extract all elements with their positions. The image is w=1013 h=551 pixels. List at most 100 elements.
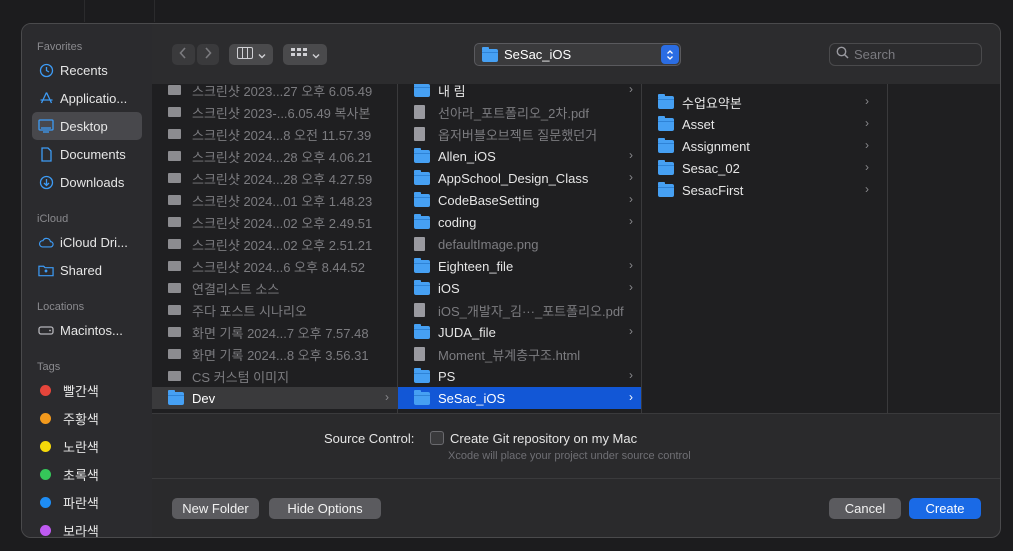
column-divider[interactable]: [887, 84, 888, 413]
chevron-down-icon: [258, 46, 266, 64]
cancel-button[interactable]: Cancel: [829, 498, 901, 519]
create-button[interactable]: Create: [909, 498, 981, 519]
sidebar-item-recents[interactable]: Recents: [32, 56, 142, 84]
toolbar: SeSac_iOS: [152, 24, 1000, 84]
sidebar-item-shared[interactable]: Shared: [32, 256, 142, 284]
row-label: AppSchool_Design_Class: [438, 170, 589, 186]
file-row[interactable]: 스크린샷 2024...6 오후 8.44.52: [152, 255, 397, 277]
desktop-icon: [38, 118, 54, 134]
sidebar-tag[interactable]: 빨간색: [32, 376, 142, 404]
folder-icon: [414, 389, 430, 405]
sidebar-item-documents[interactable]: Documents: [32, 140, 142, 168]
file-row[interactable]: iOS_개발자_김···_포트폴리오.pdf: [398, 299, 641, 321]
view-mode-button[interactable]: [229, 44, 273, 65]
folder-icon: [414, 169, 430, 185]
group-by-button[interactable]: [283, 44, 327, 65]
git-repository-label[interactable]: Create Git repository on my Mac: [450, 431, 637, 446]
chevron-right-icon: ›: [629, 368, 633, 382]
chevron-right-icon: ›: [629, 192, 633, 206]
disk-icon: [38, 322, 54, 338]
file-row[interactable]: 스크린샷 2024...28 오후 4.06.21: [152, 145, 397, 167]
file-row[interactable]: 스크린샷 2024...02 오후 2.49.51: [152, 211, 397, 233]
file-row[interactable]: 주다 포스트 시나리오: [152, 299, 397, 321]
document-icon: [414, 347, 430, 361]
chevron-right-icon: ›: [865, 182, 869, 196]
sidebar-tag[interactable]: 노란색: [32, 432, 142, 460]
image-thumbnail-icon: [168, 215, 184, 229]
sidebar-tag[interactable]: 파란색: [32, 488, 142, 516]
backdrop-divider: [154, 0, 155, 22]
folder-icon: [658, 181, 674, 197]
image-thumbnail-icon: [168, 105, 184, 119]
file-row[interactable]: 선아라_포트폴리오_2차.pdf: [398, 101, 641, 123]
sidebar-tag[interactable]: 주황색: [32, 404, 142, 432]
apps-icon: [38, 90, 54, 106]
file-row[interactable]: 스크린샷 2024...01 오후 1.48.23: [152, 189, 397, 211]
folder-row[interactable]: PS ›: [398, 365, 641, 387]
file-row[interactable]: Moment_뷰계층구조.html: [398, 343, 641, 365]
grid-view-icon: [290, 46, 307, 64]
footer-separator: [152, 478, 1000, 479]
file-row[interactable]: 스크린샷 2024...02 오후 2.51.21: [152, 233, 397, 255]
folder-row[interactable]: JUDA_file ›: [398, 321, 641, 343]
image-thumbnail-icon: [168, 193, 184, 207]
sidebar-item-label: Macintos...: [60, 322, 123, 338]
folder-icon: [414, 191, 430, 207]
folder-row[interactable]: SeSac_iOS ›: [398, 387, 641, 409]
file-row[interactable]: 화면 기록 2024...7 오후 7.57.48: [152, 321, 397, 343]
hide-options-button[interactable]: Hide Options: [269, 498, 381, 519]
image-thumbnail-icon: [168, 84, 184, 97]
folder-icon: [414, 279, 430, 295]
row-label: Dev: [192, 390, 216, 406]
file-row[interactable]: 화면 기록 2024...8 오후 3.56.31: [152, 343, 397, 365]
image-thumbnail-icon: [168, 303, 184, 317]
folder-row[interactable]: Asset ›: [642, 113, 877, 135]
folder-row[interactable]: 수업요약본 ›: [642, 91, 877, 113]
folder-row[interactable]: 내 림 ›: [398, 84, 641, 101]
file-row[interactable]: 스크린샷 2023-...6.05.49 복사본: [152, 101, 397, 123]
folder-row[interactable]: SesacFirst ›: [642, 179, 877, 201]
file-row[interactable]: 연결리스트 소스: [152, 277, 397, 299]
folder-icon: [168, 389, 184, 405]
tag-color-dot: [40, 384, 51, 396]
row-label: 내 림: [438, 84, 466, 99]
new-folder-button[interactable]: New Folder: [172, 498, 259, 519]
sidebar-item-macintos[interactable]: Macintos...: [32, 316, 142, 344]
folder-row[interactable]: Sesac_02 ›: [642, 157, 877, 179]
file-row[interactable]: CS 커스텀 이미지: [152, 365, 397, 387]
sidebar-tag[interactable]: 보라색: [32, 516, 142, 537]
folder-row[interactable]: iOS ›: [398, 277, 641, 299]
search-input[interactable]: [854, 47, 974, 62]
folder-row[interactable]: AppSchool_Design_Class ›: [398, 167, 641, 189]
file-row[interactable]: 스크린샷 2024...28 오후 4.27.59: [152, 167, 397, 189]
sidebar-item-desktop[interactable]: Desktop: [32, 112, 142, 140]
folder-row[interactable]: Allen_iOS ›: [398, 145, 641, 167]
folder-row[interactable]: Assignment ›: [642, 135, 877, 157]
sidebar-tag[interactable]: 초록색: [32, 460, 142, 488]
folder-icon: [414, 147, 430, 163]
back-button[interactable]: [172, 44, 195, 65]
chevron-right-icon: ›: [629, 84, 633, 96]
chevron-right-icon: ›: [865, 94, 869, 108]
file-row[interactable]: 스크린샷 2023...27 오후 6.05.49: [152, 84, 397, 101]
column-2: 내 림 › 선아라_포트폴리오_2차.pdf 옵저버블오브젝트 질문했던거 Allen_…: [398, 84, 641, 413]
file-row[interactable]: 옵저버블오브젝트 질문했던거: [398, 123, 641, 145]
location-popup[interactable]: SeSac_iOS: [474, 43, 681, 66]
sidebar-item-applicatio[interactable]: Applicatio...: [32, 84, 142, 112]
folder-icon: [658, 93, 674, 109]
folder-row[interactable]: CodeBaseSetting ›: [398, 189, 641, 211]
forward-button[interactable]: [196, 44, 219, 65]
folder-row[interactable]: coding ›: [398, 211, 641, 233]
sidebar-item-icloud-dri[interactable]: iCloud Dri...: [32, 228, 142, 256]
sidebar-item-label: 주황색: [63, 411, 99, 427]
git-repository-checkbox[interactable]: [430, 431, 444, 445]
file-row[interactable]: defaultImage.png: [398, 233, 641, 255]
sidebar-item-downloads[interactable]: Downloads: [32, 168, 142, 196]
backdrop-divider: [84, 0, 85, 22]
folder-row[interactable]: Dev ›: [152, 387, 397, 409]
search-field[interactable]: [829, 43, 982, 66]
row-label: 화면 기록 2024...8 오후 3.56.31: [192, 347, 369, 363]
file-row[interactable]: 스크린샷 2024...8 오전 11.57.39: [152, 123, 397, 145]
sidebar-item-label: 파란색: [63, 495, 99, 511]
folder-row[interactable]: Eighteen_file ›: [398, 255, 641, 277]
